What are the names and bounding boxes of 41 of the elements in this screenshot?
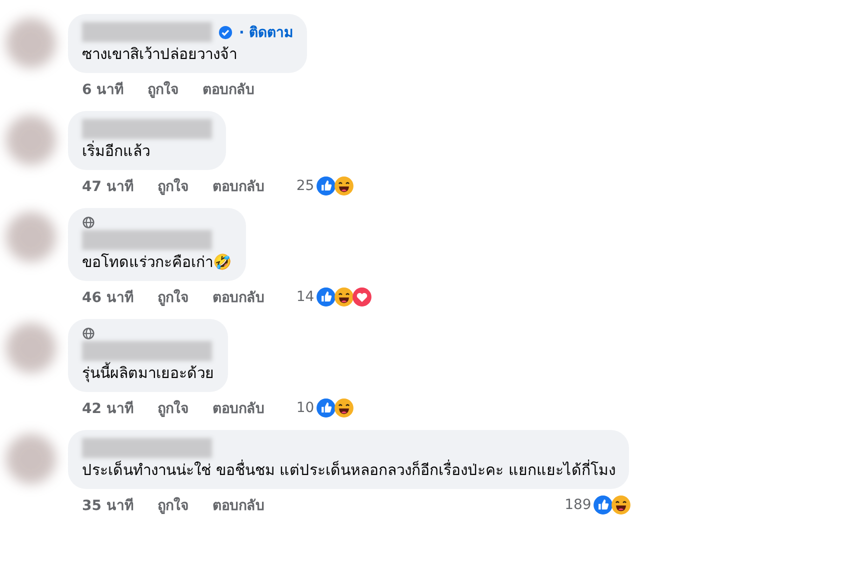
blurred-avatar <box>6 18 56 68</box>
comment-text: เริ่มอีกแล้ว <box>82 140 151 162</box>
thumbs-up-icon <box>316 398 336 418</box>
comment-text: ขอโทดแร่วกะคือเก่า🤣 <box>82 252 232 273</box>
globe-icon <box>82 326 95 340</box>
laughing-face-icon <box>334 176 354 196</box>
laughing-face-icon <box>611 495 632 515</box>
comment-time[interactable]: 35 นาที <box>82 494 134 516</box>
laughing-face-icon <box>334 287 354 307</box>
blurred-avatar <box>6 115 56 165</box>
reply-link[interactable]: ตอบกลับ <box>202 78 255 100</box>
like-link[interactable]: ถูกใจ <box>157 286 188 308</box>
reaction-count[interactable]: 25 <box>296 178 314 194</box>
reply-link[interactable]: ตอบกลับ <box>212 494 264 516</box>
reply-link[interactable]: ตอบกลับ <box>212 286 264 308</box>
comment-time[interactable]: 6 นาที <box>82 78 124 100</box>
verified-badge-icon <box>218 24 233 40</box>
thumbs-up-icon <box>316 287 336 307</box>
like-link[interactable]: ถูกใจ <box>148 78 179 100</box>
reaction-count[interactable]: 14 <box>296 289 314 305</box>
blurred-avatar <box>6 212 56 262</box>
reply-link[interactable]: ตอบกลับ <box>212 175 264 197</box>
comment-text: รุ่นนี้ผลิตมาเยอะด้วย <box>82 362 214 384</box>
comment-text: ประเด็นทำงานน่ะใช่ ขอชื่นชม แต่ประเด็นหลอกลวงก็อีกเรื่องป่ะคะ แยกแยะได้กี่โมง <box>82 459 616 481</box>
comment-time[interactable]: 46 นาที <box>82 286 134 308</box>
reaction-count[interactable]: 10 <box>296 400 314 416</box>
reaction-count[interactable]: 189 <box>564 497 592 513</box>
follow-link[interactable]: · ติดตาม <box>239 21 294 43</box>
blurred-avatar <box>6 323 56 373</box>
like-link[interactable]: ถูกใจ <box>157 397 188 419</box>
blurred-avatar <box>6 434 56 484</box>
thumbs-up-icon <box>593 495 614 515</box>
comment-text: ซางเขาสิเว้าปล่อยวางจ้า <box>82 44 238 65</box>
like-link[interactable]: ถูกใจ <box>157 175 188 197</box>
reply-link[interactable]: ตอบกลับ <box>212 397 264 419</box>
laughing-face-icon <box>334 398 354 418</box>
comment-time[interactable]: 42 นาที <box>82 397 134 419</box>
comment-time[interactable]: 47 นาที <box>82 175 134 197</box>
like-link[interactable]: ถูกใจ <box>157 494 188 516</box>
globe-icon <box>82 216 95 228</box>
thumbs-up-icon <box>316 176 336 196</box>
